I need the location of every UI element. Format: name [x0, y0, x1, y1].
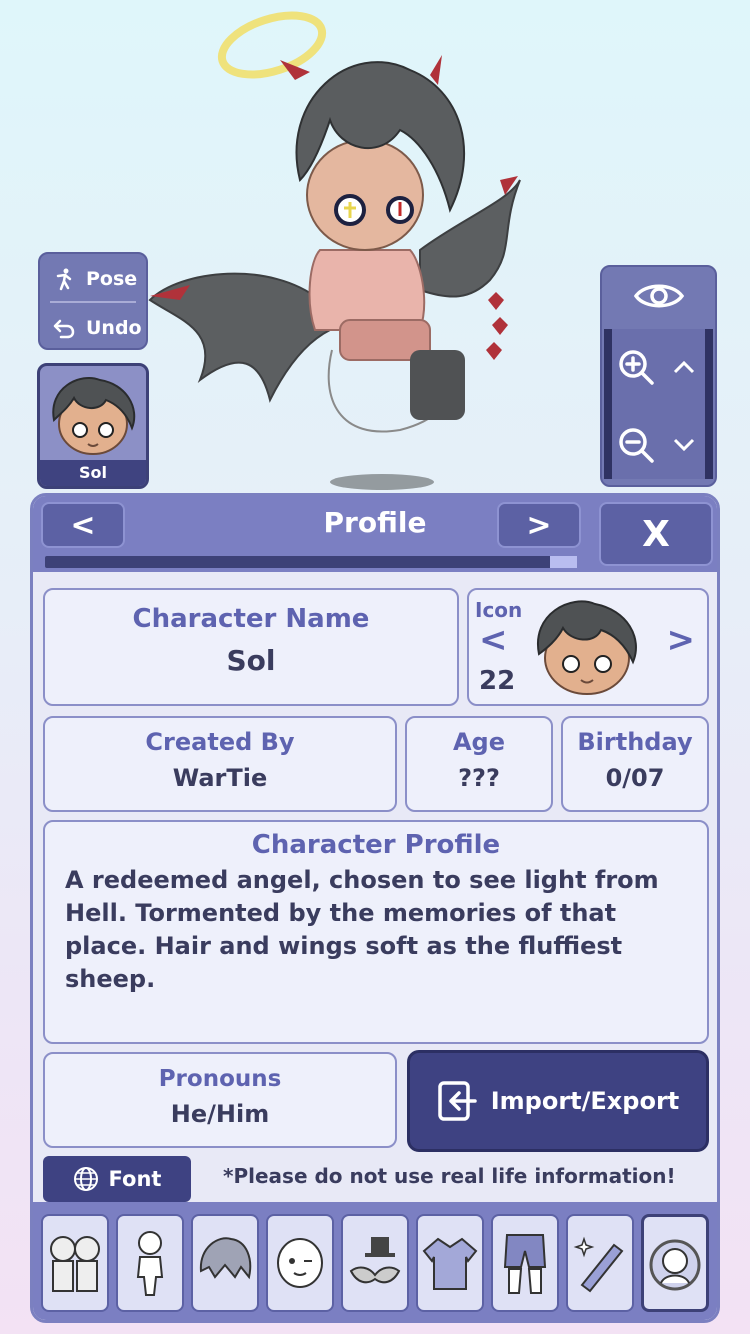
undo-button[interactable]: Undo	[40, 305, 146, 351]
prev-page-button[interactable]: <	[41, 502, 125, 548]
import-export-button[interactable]: Import/Export	[407, 1050, 709, 1152]
character-sprite[interactable]	[120, 0, 540, 495]
chevron-down-icon	[673, 438, 695, 452]
tab-body[interactable]	[116, 1214, 184, 1312]
import-export-icon	[437, 1081, 477, 1121]
close-button[interactable]: X	[599, 502, 713, 566]
chevron-up-icon	[673, 360, 695, 374]
presets-tab-icon	[50, 1236, 100, 1292]
zoom-in-button[interactable]	[614, 339, 658, 395]
right-wing	[419, 179, 521, 298]
character-icon-preview	[536, 600, 637, 695]
character-name-label: Character Name	[132, 604, 370, 634]
pose-label: Pose	[86, 268, 138, 290]
page-progress-bar	[45, 556, 577, 568]
character-profile-label: Character Profile	[251, 830, 501, 860]
font-label: Font	[108, 1167, 162, 1191]
page-progress-fill	[550, 556, 577, 568]
halo-icon	[217, 11, 327, 79]
created-by-label: Created By	[145, 728, 295, 756]
pose-undo-panel: Pose Undo	[38, 252, 148, 350]
zoom-out-icon	[619, 428, 654, 463]
birthday-label: Birthday	[577, 728, 693, 756]
birthday-value: 0/07	[605, 764, 665, 792]
face-tab-icon	[277, 1238, 323, 1288]
chevron-right-icon: >	[526, 507, 552, 543]
character-profile-field[interactable]: Character Profile A redeemed angel, chos…	[43, 820, 709, 1044]
body-tab-icon	[136, 1231, 164, 1296]
tab-presets[interactable]	[41, 1214, 109, 1312]
icon-number: 22	[479, 666, 516, 696]
zoom-in-icon	[619, 350, 654, 385]
pose-button[interactable]: Pose	[40, 256, 146, 302]
camera-down-button[interactable]	[664, 417, 704, 473]
icon-label: Icon	[475, 598, 523, 622]
character-profile-text: A redeemed angel, chosen to see light fr…	[65, 866, 659, 993]
camera-up-button[interactable]	[664, 339, 704, 395]
chevron-left-icon: <	[70, 507, 96, 543]
character-slot[interactable]: Sol	[37, 363, 149, 489]
created-by-value: WarTie	[172, 764, 268, 792]
undo-label: Undo	[86, 317, 142, 339]
close-icon: X	[642, 513, 670, 555]
next-page-button[interactable]: >	[497, 502, 581, 548]
profile-card: < Profile > X Character Name Sol Icon < …	[30, 493, 720, 1323]
created-by-field[interactable]: Created By WarTie	[43, 716, 397, 812]
import-export-label: Import/Export	[490, 1087, 680, 1115]
profile-header: < Profile > X	[33, 496, 717, 572]
zoom-rail-right[interactable]	[705, 329, 713, 479]
tab-top-clothing[interactable]	[416, 1214, 484, 1312]
category-tabs	[33, 1202, 717, 1320]
character-name-value: Sol	[226, 644, 276, 677]
hair-tab-icon	[199, 1237, 252, 1280]
pose-icon	[56, 268, 72, 291]
age-value: ???	[458, 764, 500, 792]
camera-panel	[600, 265, 717, 487]
birthday-field[interactable]: Birthday 0/07	[561, 716, 709, 812]
character-name-field[interactable]: Character Name Sol	[43, 588, 459, 706]
zoom-out-button[interactable]	[614, 417, 658, 473]
pronouns-label: Pronouns	[158, 1066, 282, 1092]
tab-profile[interactable]	[641, 1214, 709, 1312]
accessories-tab-icon	[349, 1237, 401, 1284]
age-label: Age	[452, 728, 506, 756]
tab-hair[interactable]	[191, 1214, 259, 1312]
icon-selector: Icon < 22 >	[467, 588, 709, 706]
icon-next-button[interactable]: >	[667, 620, 696, 660]
divider	[50, 301, 136, 303]
tab-accessories[interactable]	[341, 1214, 409, 1312]
disclaimer-text: *Please do not use real life information…	[223, 1164, 676, 1188]
character-head-icon	[52, 377, 136, 455]
undo-icon	[53, 319, 75, 339]
tab-bottom-clothing[interactable]	[491, 1214, 559, 1312]
top-clothing-tab-icon	[422, 1237, 478, 1290]
eye-icon	[633, 284, 684, 308]
zoom-rail-left[interactable]	[604, 329, 612, 479]
visibility-button[interactable]	[602, 267, 715, 325]
font-button[interactable]: Font	[43, 1156, 191, 1202]
pronouns-field[interactable]: Pronouns He/Him	[43, 1052, 397, 1148]
props-tab-icon	[573, 1236, 624, 1293]
profile-tab-icon	[649, 1239, 701, 1291]
age-field[interactable]: Age ???	[405, 716, 553, 812]
bottom-clothing-tab-icon	[503, 1234, 547, 1294]
character-slot-name: Sol	[40, 460, 146, 486]
tab-face[interactable]	[266, 1214, 334, 1312]
icon-prev-button[interactable]: <	[479, 620, 508, 660]
pronouns-value: He/Him	[170, 1100, 270, 1128]
globe-icon	[73, 1167, 98, 1191]
tab-props[interactable]	[566, 1214, 634, 1312]
